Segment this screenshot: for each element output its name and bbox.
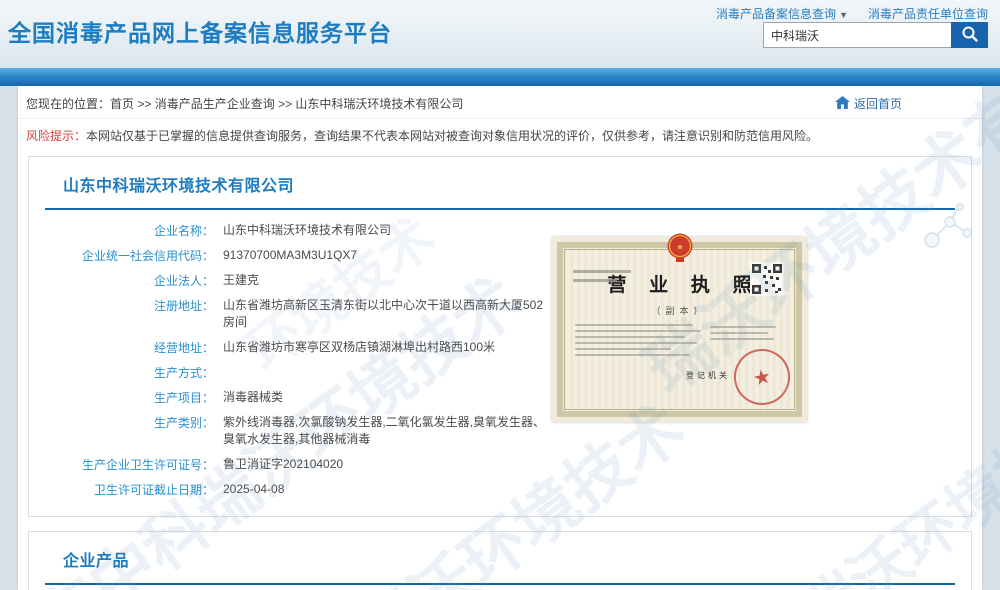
field-label: 经营地址： [29,335,223,360]
page-header: 全国消毒产品网上备案信息服务平台 消毒产品备案信息查询▼ 消毒产品责任单位查询 [0,0,1000,68]
company-details-panel: 山东中科瑞沃环境技术有限公司 企业名称： 山东中科瑞沃环境技术有限公司 企业统一… [28,156,972,517]
license-text-lines [710,326,782,344]
breadcrumb-link[interactable]: 山东中科瑞沃环境技术有限公司 [295,97,463,111]
field-row: 经营地址： 山东省潍坊市寒亭区双杨店镇湖淋埠出村路西100米 [29,335,553,360]
field-label: 生产企业卫生许可证号： [29,452,223,477]
back-home-label: 返回首页 [854,95,902,112]
svg-text:★: ★ [675,242,683,252]
red-seal-icon: ★ [729,344,795,410]
products-heading: 企业产品 [63,547,971,571]
search-button[interactable] [951,22,988,48]
breadcrumb-separator: >> [134,97,155,111]
breadcrumb-prefix: 您现在的位置： [26,97,110,111]
field-row: 企业名称： 山东中科瑞沃环境技术有限公司 [29,218,553,243]
nav-link-record-info-query[interactable]: 消毒产品备案信息查询▼ [716,5,848,22]
heading-divider [45,583,955,585]
risk-notice-label: 风险提示： [26,129,86,143]
breadcrumb: 您现在的位置：首页 >> 消毒产品生产企业查询 >> 山东中科瑞沃环境技术有限公… [26,95,463,112]
field-row: 生产类别： 紫外线消毒器,次氯酸钠发生器,二氧化氯发生器,臭氧发生器、臭氧水发生… [29,410,553,452]
field-label: 企业统一社会信用代码： [29,243,223,268]
field-row: 生产方式： [29,360,553,385]
business-license-border: ★ 营 业 执 照 （副本） [557,242,802,417]
field-row: 卫生许可证截止日期： 2025-04-08 [29,477,553,502]
risk-notice: 风险提示：本网站仅基于已掌握的信息提供查询服务，查询结果不代表本网站对被查询对象… [18,119,982,151]
field-value: 鲁卫消证字202104020 [223,452,553,477]
search-icon [961,25,979,46]
nav-bar [0,68,1000,86]
field-value: 王建克 [223,268,553,293]
field-row: 生产项目： 消毒器械类 [29,385,553,410]
field-value: 消毒器械类 [223,385,553,410]
site-title: 全国消毒产品网上备案信息服务平台 [8,14,392,48]
nav-link-responsible-unit-query[interactable]: 消毒产品责任单位查询 [868,5,988,22]
field-label: 生产项目： [29,385,223,410]
field-row: 企业统一社会信用代码： 91370700MA3M3U1QX7 [29,243,553,268]
molecule-decoration-icon [920,202,976,254]
search-bar [763,22,988,48]
breadcrumb-bar: 您现在的位置：首页 >> 消毒产品生产企业查询 >> 山东中科瑞沃环境技术有限公… [18,86,982,119]
field-value: 2025-04-08 [223,477,553,502]
search-input[interactable] [763,22,951,48]
license-text-lines [573,270,637,288]
national-emblem-icon: ★ [666,232,694,269]
field-row: 生产企业卫生许可证号： 鲁卫消证字202104020 [29,452,553,477]
top-nav: 消毒产品备案信息查询▼ 消毒产品责任单位查询 [716,5,988,22]
license-subtitle: （副本） [563,304,796,317]
license-text-lines [575,324,705,360]
license-issuer-label: 登记机关 [686,370,730,381]
field-value: 紫外线消毒器,次氯酸钠发生器,二氧化氯发生器,臭氧发生器、臭氧水发生器,其他器械… [223,410,553,452]
license-qr-code [750,262,784,301]
company-name-heading: 山东中科瑞沃环境技术有限公司 [63,172,971,196]
field-label: 注册地址： [29,293,223,335]
field-value: 山东省潍坊高新区玉清东街以北中心次干道以西高新大厦502房间 [223,293,553,335]
field-label: 生产方式： [29,360,223,385]
field-value: 山东省潍坊市寒亭区双杨店镇湖淋埠出村路西100米 [223,335,553,360]
field-value: 山东中科瑞沃环境技术有限公司 [223,218,553,243]
field-value: 91370700MA3M3U1QX7 [223,243,553,268]
field-label: 企业法人： [29,268,223,293]
company-products-panel: 企业产品 中科瑞沃牌ZK-50型电解法次氯酸钠发生器 中科瑞沃牌ZK-200型化… [28,531,972,590]
breadcrumb-link[interactable]: 消毒产品生产企业查询 [155,97,275,111]
field-label: 生产类别： [29,410,223,452]
field-value [223,360,553,385]
field-row: 注册地址： 山东省潍坊高新区玉清东街以北中心次干道以西高新大厦502房间 [29,293,553,335]
heading-divider [45,208,955,210]
breadcrumb-separator: >> [275,97,296,111]
field-row: 企业法人： 王建克 [29,268,553,293]
back-home-link[interactable]: 返回首页 [835,95,902,112]
main-container: 您现在的位置：首页 >> 消毒产品生产企业查询 >> 山东中科瑞沃环境技术有限公… [18,86,982,590]
field-label: 卫生许可证截止日期： [29,477,223,502]
field-label: 企业名称： [29,218,223,243]
risk-notice-text: 本网站仅基于已掌握的信息提供查询服务，查询结果不代表本网站对被查询对象信用状况的… [86,129,818,143]
business-license-image: ★ 营 业 执 照 （副本） [552,237,807,422]
caret-down-icon: ▼ [839,10,848,20]
company-fields-table: 企业名称： 山东中科瑞沃环境技术有限公司 企业统一社会信用代码： 9137070… [29,218,553,502]
breadcrumb-link[interactable]: 首页 [110,97,134,111]
home-icon [835,96,850,112]
